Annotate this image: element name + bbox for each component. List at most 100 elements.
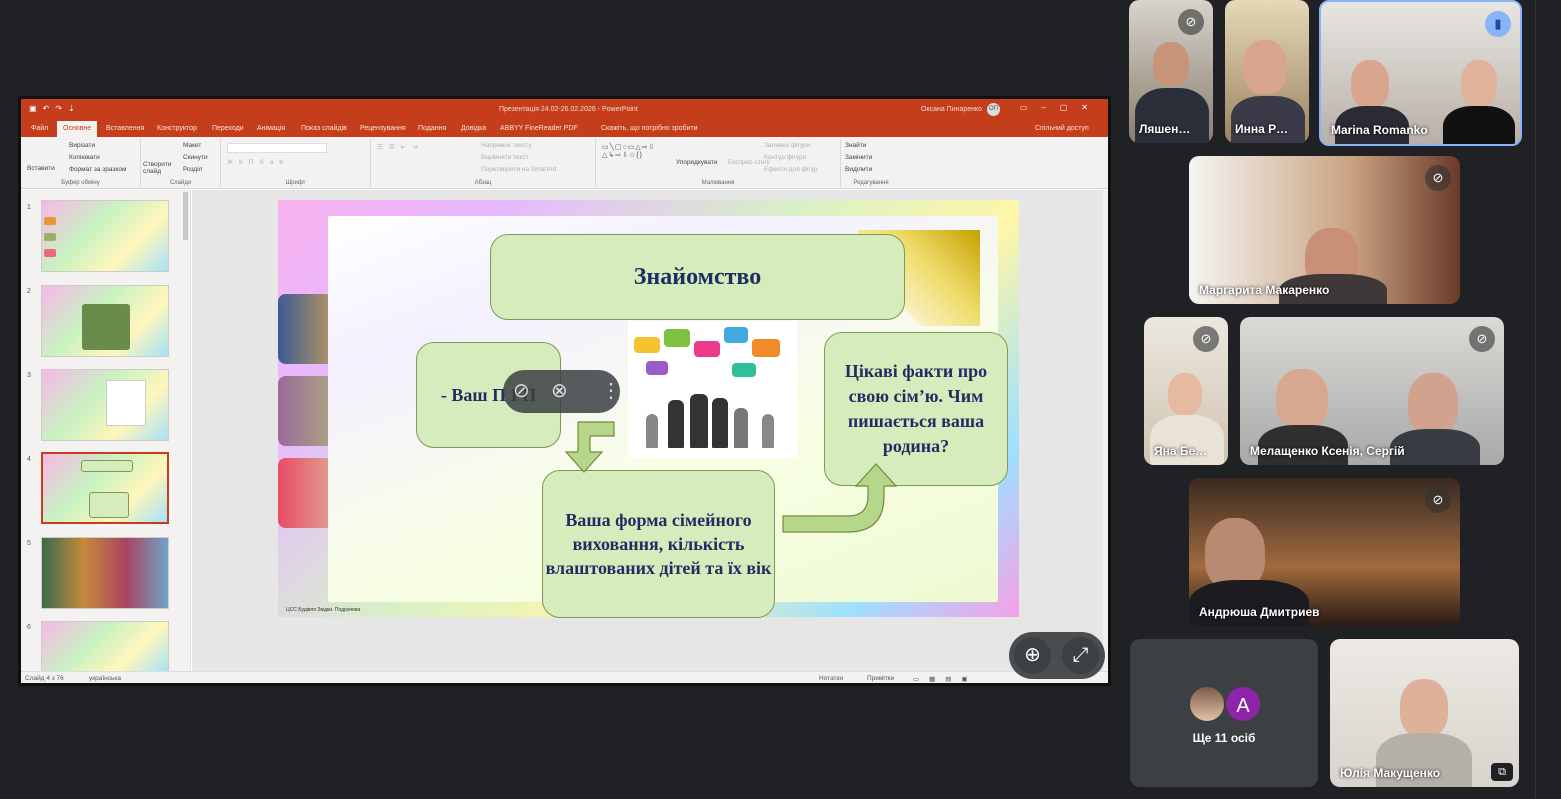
- thumb-image: [82, 304, 130, 350]
- text-direction-button[interactable]: Напрямок тексту: [481, 142, 532, 149]
- copy-button[interactable]: Копіювати: [69, 154, 100, 161]
- comments-toggle[interactable]: Примітки: [867, 675, 894, 682]
- side-panel-edge: [1535, 0, 1547, 799]
- slide-thumbnail-2[interactable]: [41, 285, 169, 357]
- align-text-button[interactable]: Вирівняти текст: [481, 154, 529, 161]
- user-avatar[interactable]: ОП: [987, 103, 1000, 116]
- participant-tile[interactable]: ⊘ Яна Бе…: [1144, 317, 1228, 465]
- participant-tile[interactable]: ⊘ Мелащенко Ксенія, Сергій: [1240, 317, 1504, 465]
- format-painter-button[interactable]: Формат за зразком: [69, 166, 126, 173]
- participant-tile[interactable]: ⊘ Андрюша Дмитриев: [1189, 478, 1460, 626]
- participant-name: Ляшен…: [1139, 122, 1191, 136]
- slide-thumbnail-4-selected[interactable]: [41, 452, 169, 524]
- tab-slideshow[interactable]: Показ слайдів: [301, 125, 347, 132]
- tab-transitions[interactable]: Переходи: [212, 125, 244, 132]
- mic-off-icon: ⊘: [1178, 9, 1204, 35]
- participant-face: [1461, 60, 1497, 106]
- ppt-title-bar: ▣↶↷⇣ Презентація 24.02-26.02.2026 - Powe…: [21, 99, 1108, 121]
- section-button[interactable]: Розділ: [183, 166, 202, 173]
- tab-design[interactable]: Конструктор: [157, 125, 197, 132]
- shape-effects-button[interactable]: Ефекти для фігур: [764, 166, 818, 173]
- thumbs-scrollbar[interactable]: [183, 192, 188, 240]
- participant-tile[interactable]: Юлія Макущенко ⧉: [1330, 639, 1519, 787]
- participant-face: [1243, 40, 1287, 94]
- zoom-in-icon[interactable]: ⊕: [1014, 637, 1051, 674]
- thumb-number: 1: [27, 204, 31, 211]
- participant-name: Маргарита Макаренко: [1199, 283, 1330, 297]
- participant-name: Инна Р…: [1235, 122, 1289, 136]
- reset-button[interactable]: Скинути: [183, 154, 208, 161]
- font-format-buttons[interactable]: ЖКПSab: [227, 159, 289, 166]
- slide-editor: Знайомство - Ваш П І П Цікаві факти про …: [192, 190, 1108, 676]
- presenter-overlay-controls: ⊘ ⊗ ⋮: [503, 370, 621, 413]
- shapes-gallery[interactable]: ▭╲▢○▭△⇨⇩ △↳⇨⇩☆{}: [602, 143, 655, 159]
- group-label: Малювання: [701, 180, 735, 186]
- tab-abbyy[interactable]: ABBYY FineReader PDF: [500, 125, 578, 132]
- group-paragraph: ☰☰⇤⇥ Напрямок тексту Вирівняти текст Пер…: [371, 139, 596, 187]
- zoom-controls: ⊕ ⤢: [1009, 632, 1105, 679]
- shape-outline-button[interactable]: Контур фігури: [764, 154, 806, 161]
- current-slide[interactable]: Знайомство - Ваш П І П Цікаві факти про …: [278, 200, 1019, 618]
- tab-help[interactable]: Довідка: [461, 125, 486, 132]
- user-name: Оксана Пинаренко: [921, 106, 983, 113]
- participant-name: Яна Бе…: [1154, 444, 1208, 458]
- font-name-box[interactable]: [227, 143, 327, 153]
- editor-scrollbar[interactable]: [1103, 190, 1108, 676]
- slide-thumbnail-1[interactable]: [41, 200, 169, 272]
- participant-body: [1189, 580, 1309, 626]
- paste-button[interactable]: Вставити: [27, 165, 55, 172]
- notes-toggle[interactable]: Нотатки: [819, 675, 843, 682]
- window-controls[interactable]: ▭–▢✕: [1020, 103, 1102, 112]
- slide-thumbnail-5[interactable]: [41, 537, 169, 609]
- cut-button[interactable]: Вирізати: [69, 142, 95, 149]
- group-label: Редагування: [853, 180, 889, 186]
- tab-file[interactable]: Файл: [31, 125, 48, 132]
- tab-animations[interactable]: Анімація: [257, 125, 285, 132]
- more-options-icon[interactable]: ⋮: [601, 378, 621, 403]
- participant-tile[interactable]: ⊘ Маргарита Макаренко: [1189, 156, 1460, 304]
- shape-fill-button[interactable]: Заливка фігури: [764, 142, 810, 149]
- replace-button[interactable]: Замінити: [845, 154, 872, 161]
- slide-thumbnails-pane[interactable]: 1 2 3 4 5 6: [21, 190, 191, 676]
- hide-icon[interactable]: ⊗: [551, 378, 568, 403]
- list-buttons[interactable]: ☰☰⇤⇥: [377, 143, 424, 151]
- slide-thumbnail-6[interactable]: [41, 621, 169, 673]
- slide-arrows: [564, 421, 898, 533]
- tell-me-search[interactable]: Скажіть, що потрібно зробити: [601, 125, 698, 132]
- active-speaker-tile[interactable]: ▮ Marina Romanko: [1319, 0, 1522, 146]
- participant-tile[interactable]: Инна Р…: [1225, 0, 1309, 143]
- select-button[interactable]: Виділити: [845, 166, 872, 173]
- share-button[interactable]: Спільний доступ: [1035, 125, 1089, 132]
- participant-tile[interactable]: ⊘ Ляшен…: [1129, 0, 1213, 143]
- mic-active-icon: ▮: [1485, 11, 1511, 37]
- group-font: ЖКПSab Шрифт: [221, 139, 371, 187]
- view-buttons[interactable]: ▭▦▤▣: [913, 675, 978, 683]
- smartart-button[interactable]: Перетворити на SmartArt: [481, 166, 557, 173]
- arrange-button[interactable]: Упорядкувати: [676, 159, 717, 166]
- participant-avatar-letter: A: [1224, 685, 1262, 723]
- thumb-textbox: [106, 380, 146, 426]
- picture-in-picture-icon[interactable]: ⧉: [1491, 763, 1513, 781]
- participant-face: [1276, 369, 1328, 429]
- mic-off-icon: ⊘: [1193, 326, 1219, 352]
- language-indicator[interactable]: українська: [89, 675, 121, 682]
- tab-insert[interactable]: Вставлення: [106, 125, 144, 132]
- participant-name: Мелащенко Ксенія, Сергій: [1250, 444, 1405, 458]
- arrow-right-up: [782, 463, 898, 533]
- new-slide-button[interactable]: Створити слайд: [143, 161, 173, 175]
- thumb-number: 5: [27, 540, 31, 547]
- pin-off-icon[interactable]: ⊘: [513, 378, 530, 403]
- more-participants-tile[interactable]: A Ще 11 осіб: [1130, 639, 1318, 787]
- tab-view[interactable]: Подання: [418, 125, 446, 132]
- ribbon-tabs: Файл Основне Вставлення Конструктор Пере…: [21, 121, 1108, 137]
- expand-icon[interactable]: ⤢: [1062, 637, 1099, 674]
- find-button[interactable]: Знайти: [845, 142, 866, 149]
- slide-thumbnail-3[interactable]: [41, 369, 169, 441]
- participant-avatar: [1188, 685, 1226, 723]
- layout-button[interactable]: Макет: [183, 142, 201, 149]
- thumb-number: 2: [27, 288, 31, 295]
- tab-review[interactable]: Рецензування: [360, 125, 406, 132]
- thumb-decoration: [44, 233, 56, 241]
- tab-home[interactable]: Основне: [57, 121, 98, 137]
- quick-access-toolbar[interactable]: ▣↶↷⇣: [29, 104, 81, 113]
